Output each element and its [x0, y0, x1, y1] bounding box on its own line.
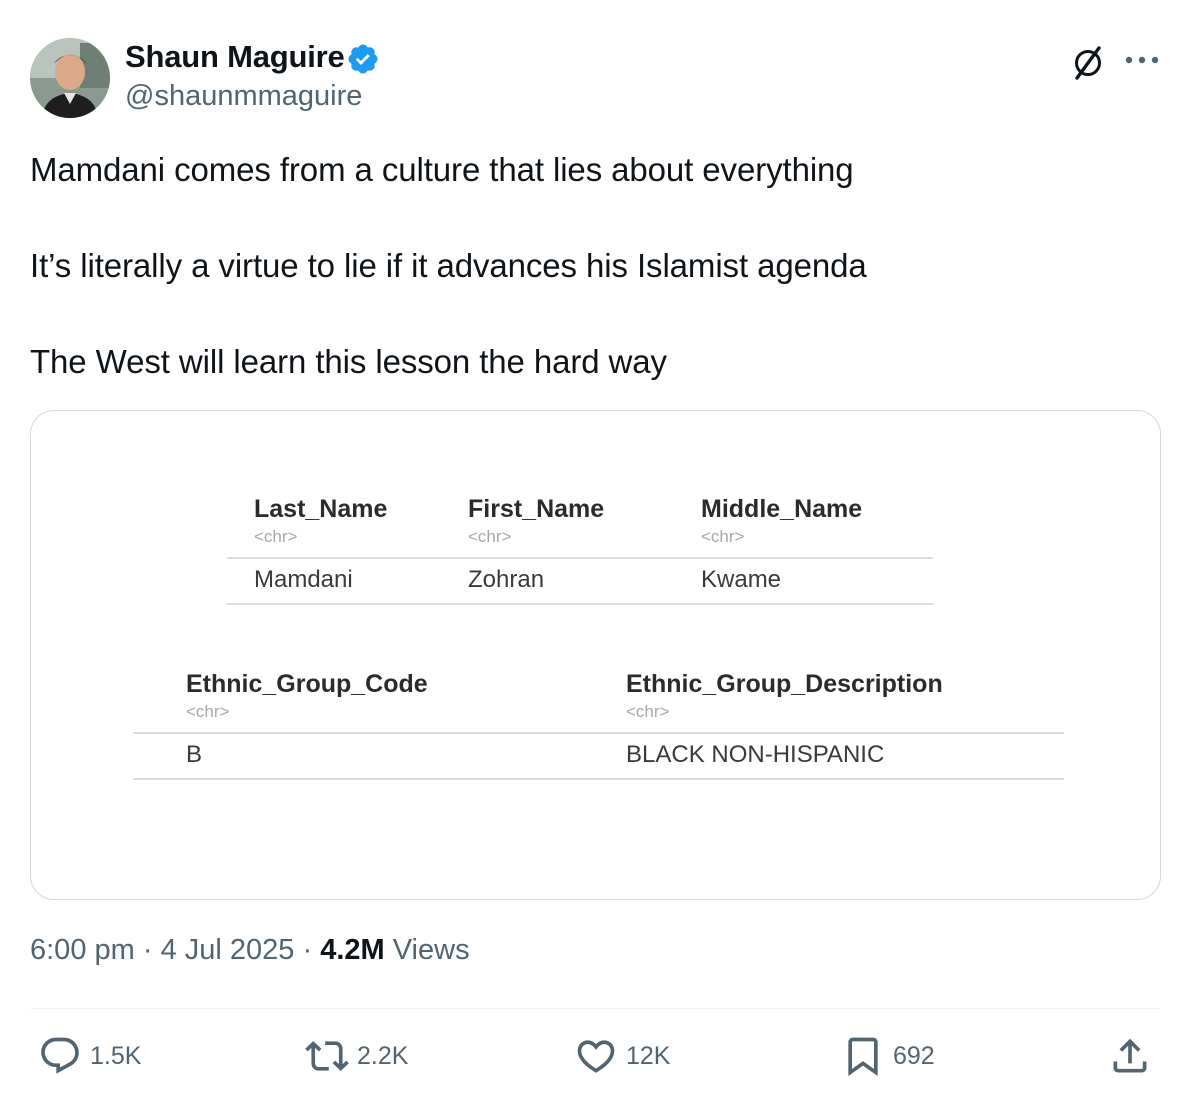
share-button[interactable] — [1108, 1034, 1152, 1078]
table-cell: Zohran — [468, 566, 545, 593]
table-rule — [227, 557, 933, 559]
like-icon — [577, 1040, 615, 1073]
table-header: Last_Name — [254, 495, 388, 523]
table-rule — [133, 778, 1064, 780]
tweet-meta: 6:00 pm · 4 Jul 2025 · 4.2M Views — [30, 934, 470, 967]
separator-dot: · — [302, 934, 321, 966]
avatar[interactable] — [30, 38, 110, 118]
handle[interactable]: @shaunmmaguire — [125, 80, 362, 113]
reply-button[interactable]: 1.5K — [38, 1034, 141, 1078]
reply-count: 1.5K — [90, 1041, 142, 1070]
share-icon — [1113, 1038, 1147, 1073]
table-header: Middle_Name — [701, 495, 863, 523]
tweet-text-line: It’s literally a virtue to lie if it adv… — [30, 247, 867, 284]
table-cell: Kwame — [701, 566, 782, 593]
like-count: 12K — [626, 1041, 671, 1070]
bookmark-count: 692 — [893, 1041, 935, 1070]
tweet-text-line: The West will learn this lesson the hard… — [30, 343, 667, 380]
table-cell: Mamdani — [254, 566, 353, 593]
bookmark-icon — [848, 1037, 878, 1077]
column-type: <chr> — [186, 702, 230, 721]
repost-button[interactable]: 2.2K — [305, 1034, 408, 1078]
table-header: Ethnic_Group_Code — [186, 670, 428, 698]
repost-icon — [305, 1041, 349, 1071]
divider — [30, 1008, 1161, 1009]
repost-count: 2.2K — [357, 1041, 409, 1070]
column-type: <chr> — [254, 527, 298, 546]
table-header: Ethnic_Group_Description — [626, 670, 943, 698]
table-header: First_Name — [468, 495, 605, 523]
table-rule — [227, 603, 933, 605]
table-cell: BLACK NON-HISPANIC — [626, 741, 885, 768]
views-label: Views — [392, 934, 470, 966]
tweet-time[interactable]: 6:00 pm — [30, 934, 135, 966]
reply-icon — [41, 1037, 79, 1074]
bookmark-button[interactable]: 692 — [841, 1034, 935, 1078]
separator-dot: · — [142, 934, 161, 966]
column-type: <chr> — [701, 527, 745, 546]
tweet-date[interactable]: 4 Jul 2025 — [161, 934, 295, 966]
media-image[interactable]: Last_Name First_Name Middle_Name <chr> <… — [30, 410, 1161, 900]
table-cell: B — [186, 741, 203, 768]
display-name[interactable]: Shaun Maguire — [125, 39, 345, 75]
grok-icon[interactable] — [1068, 42, 1108, 82]
table-rule — [133, 732, 1064, 734]
more-icon[interactable] — [1124, 55, 1160, 65]
tweet-text-line: Mamdani comes from a culture that lies a… — [30, 151, 854, 188]
column-type: <chr> — [468, 527, 512, 546]
like-button[interactable]: 12K — [574, 1034, 670, 1078]
views-count: 4.2M — [320, 934, 385, 966]
column-type: <chr> — [626, 702, 670, 721]
verified-badge-icon[interactable] — [346, 42, 380, 76]
